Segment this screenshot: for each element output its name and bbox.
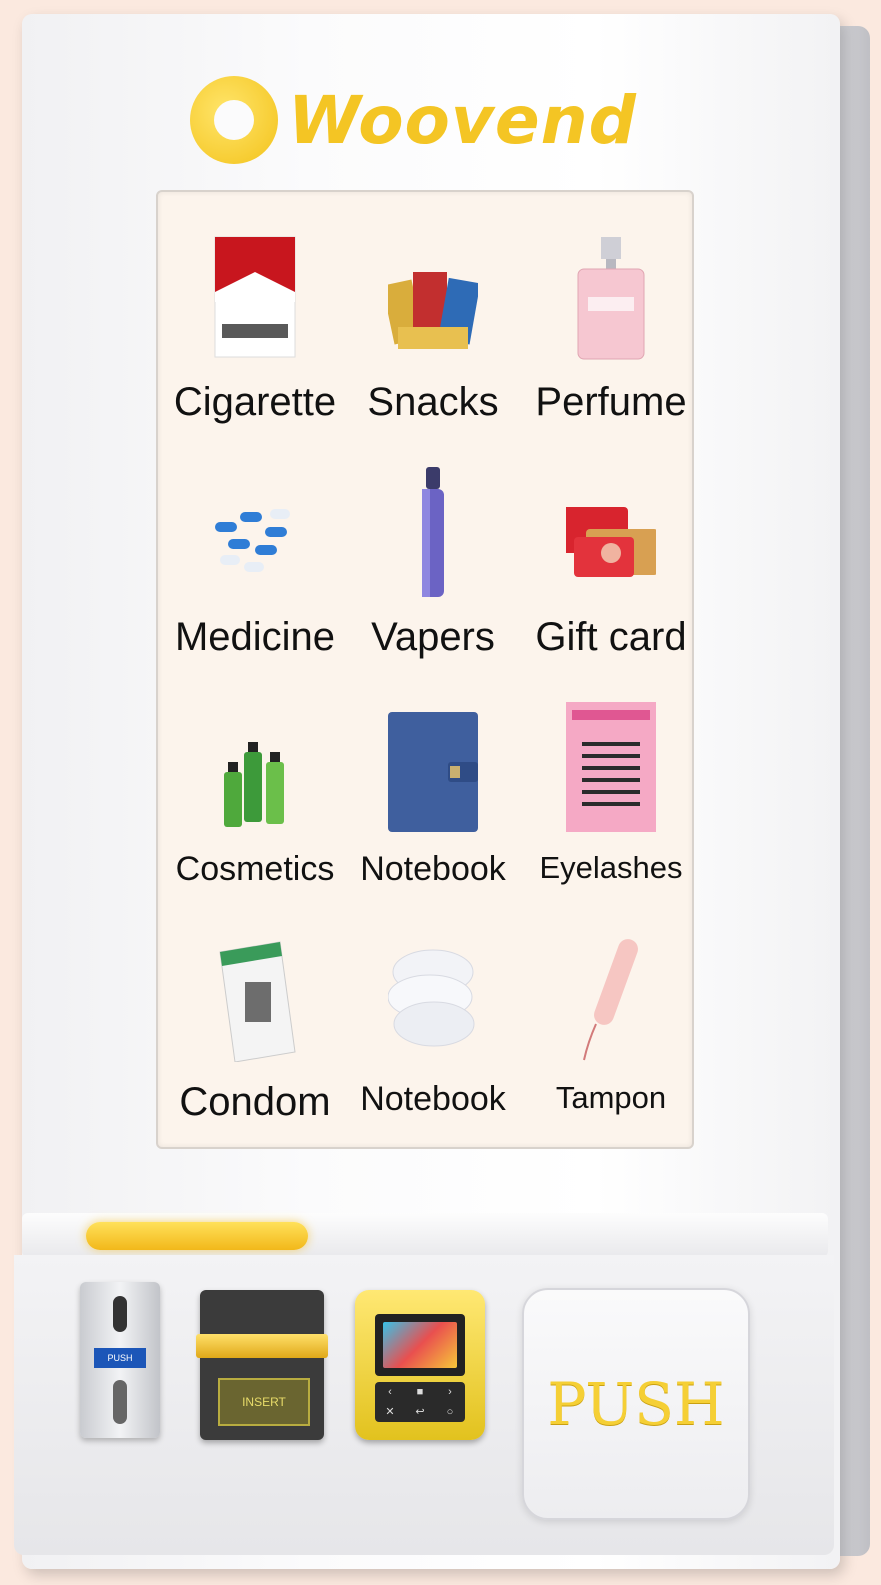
product-label: Eyelashes [539,850,683,885]
card-reader-keypad[interactable]: ‹ ■ › ✕ ↩ ○ [375,1382,465,1422]
brand-logo: Woovend [190,70,690,170]
product-label: Notebook [360,850,506,888]
eyelashes-box-icon [566,702,656,832]
push-door[interactable]: PUSH [522,1288,750,1520]
chevron-right-icon[interactable]: › [435,1386,465,1398]
coin-badge: PUSH [94,1348,146,1368]
product-tile-medicine[interactable]: Medicine [166,447,344,677]
confirm-circle-icon[interactable]: ○ [435,1406,465,1418]
push-label: PUSH [547,1370,725,1438]
coin-acceptor[interactable]: PUSH [80,1282,160,1438]
cosmetic-bottles-icon [224,742,284,827]
product-label: Condom [179,1080,331,1124]
product-tile-sanitary-pads[interactable]: Notebook [344,912,522,1142]
card-reader[interactable]: ‹ ■ › ✕ ↩ ○ [355,1290,485,1440]
bill-acceptor[interactable]: INSERT [196,1290,328,1440]
perfume-bottle-icon [577,237,645,360]
product-label: Medicine [174,615,336,659]
product-tile-eyelashes[interactable]: Eyelashes [522,682,700,912]
vape-pen-icon [422,467,444,597]
product-tile-notebook[interactable]: Notebook [344,682,522,912]
back-arrow-icon[interactable]: ↩ [405,1405,435,1418]
menu-square-icon[interactable]: ■ [405,1386,435,1398]
cancel-x-icon[interactable]: ✕ [375,1405,405,1418]
product-tile-tampon[interactable]: Tampon [522,912,700,1142]
capsules-icon [215,509,290,572]
woovend-logo-icon [190,76,278,164]
condom-box-icon [219,941,296,1062]
product-tile-snacks[interactable]: Snacks [344,212,522,442]
snacks-pile-icon [388,272,478,349]
product-tile-condom[interactable]: Condom [166,912,344,1142]
bill-slot[interactable] [196,1334,328,1358]
product-tile-vapers[interactable]: Vapers [344,447,522,677]
bill-insert-plate: INSERT [218,1378,310,1426]
product-tile-gift-card[interactable]: Gift card [522,447,700,677]
product-label: Perfume [535,380,687,424]
product-label: Snacks [367,380,499,424]
product-tile-cigarette[interactable]: Cigarette [166,212,344,442]
product-label: Gift card [535,615,687,659]
product-tile-cosmetics[interactable]: Cosmetics [166,682,344,912]
indicator-light [86,1222,308,1250]
product-tile-perfume[interactable]: Perfume [522,212,700,442]
card-reader-screen [375,1314,465,1376]
coin-slot[interactable] [113,1296,127,1332]
product-label: Cigarette [173,380,337,424]
tampon-icon [583,939,638,1061]
product-label: Cosmetics [175,850,335,888]
brand-name: Woovend [288,81,637,159]
product-label: Tampon [555,1080,667,1115]
notebook-icon [388,712,478,832]
sanitary-pads-icon [388,949,475,1047]
product-grid: Cigarette Snacks Perfume Medicine Vapers… [158,192,692,1147]
cigarette-pack-icon [214,236,296,358]
product-label: Notebook [360,1080,506,1118]
chevron-left-icon[interactable]: ‹ [375,1386,405,1398]
touch-screen: Cigarette Snacks Perfume Medicine Vapers… [156,190,694,1149]
coin-return-slot[interactable] [113,1380,127,1424]
product-label: Vapers [371,615,495,659]
gift-card-icon [566,507,656,577]
